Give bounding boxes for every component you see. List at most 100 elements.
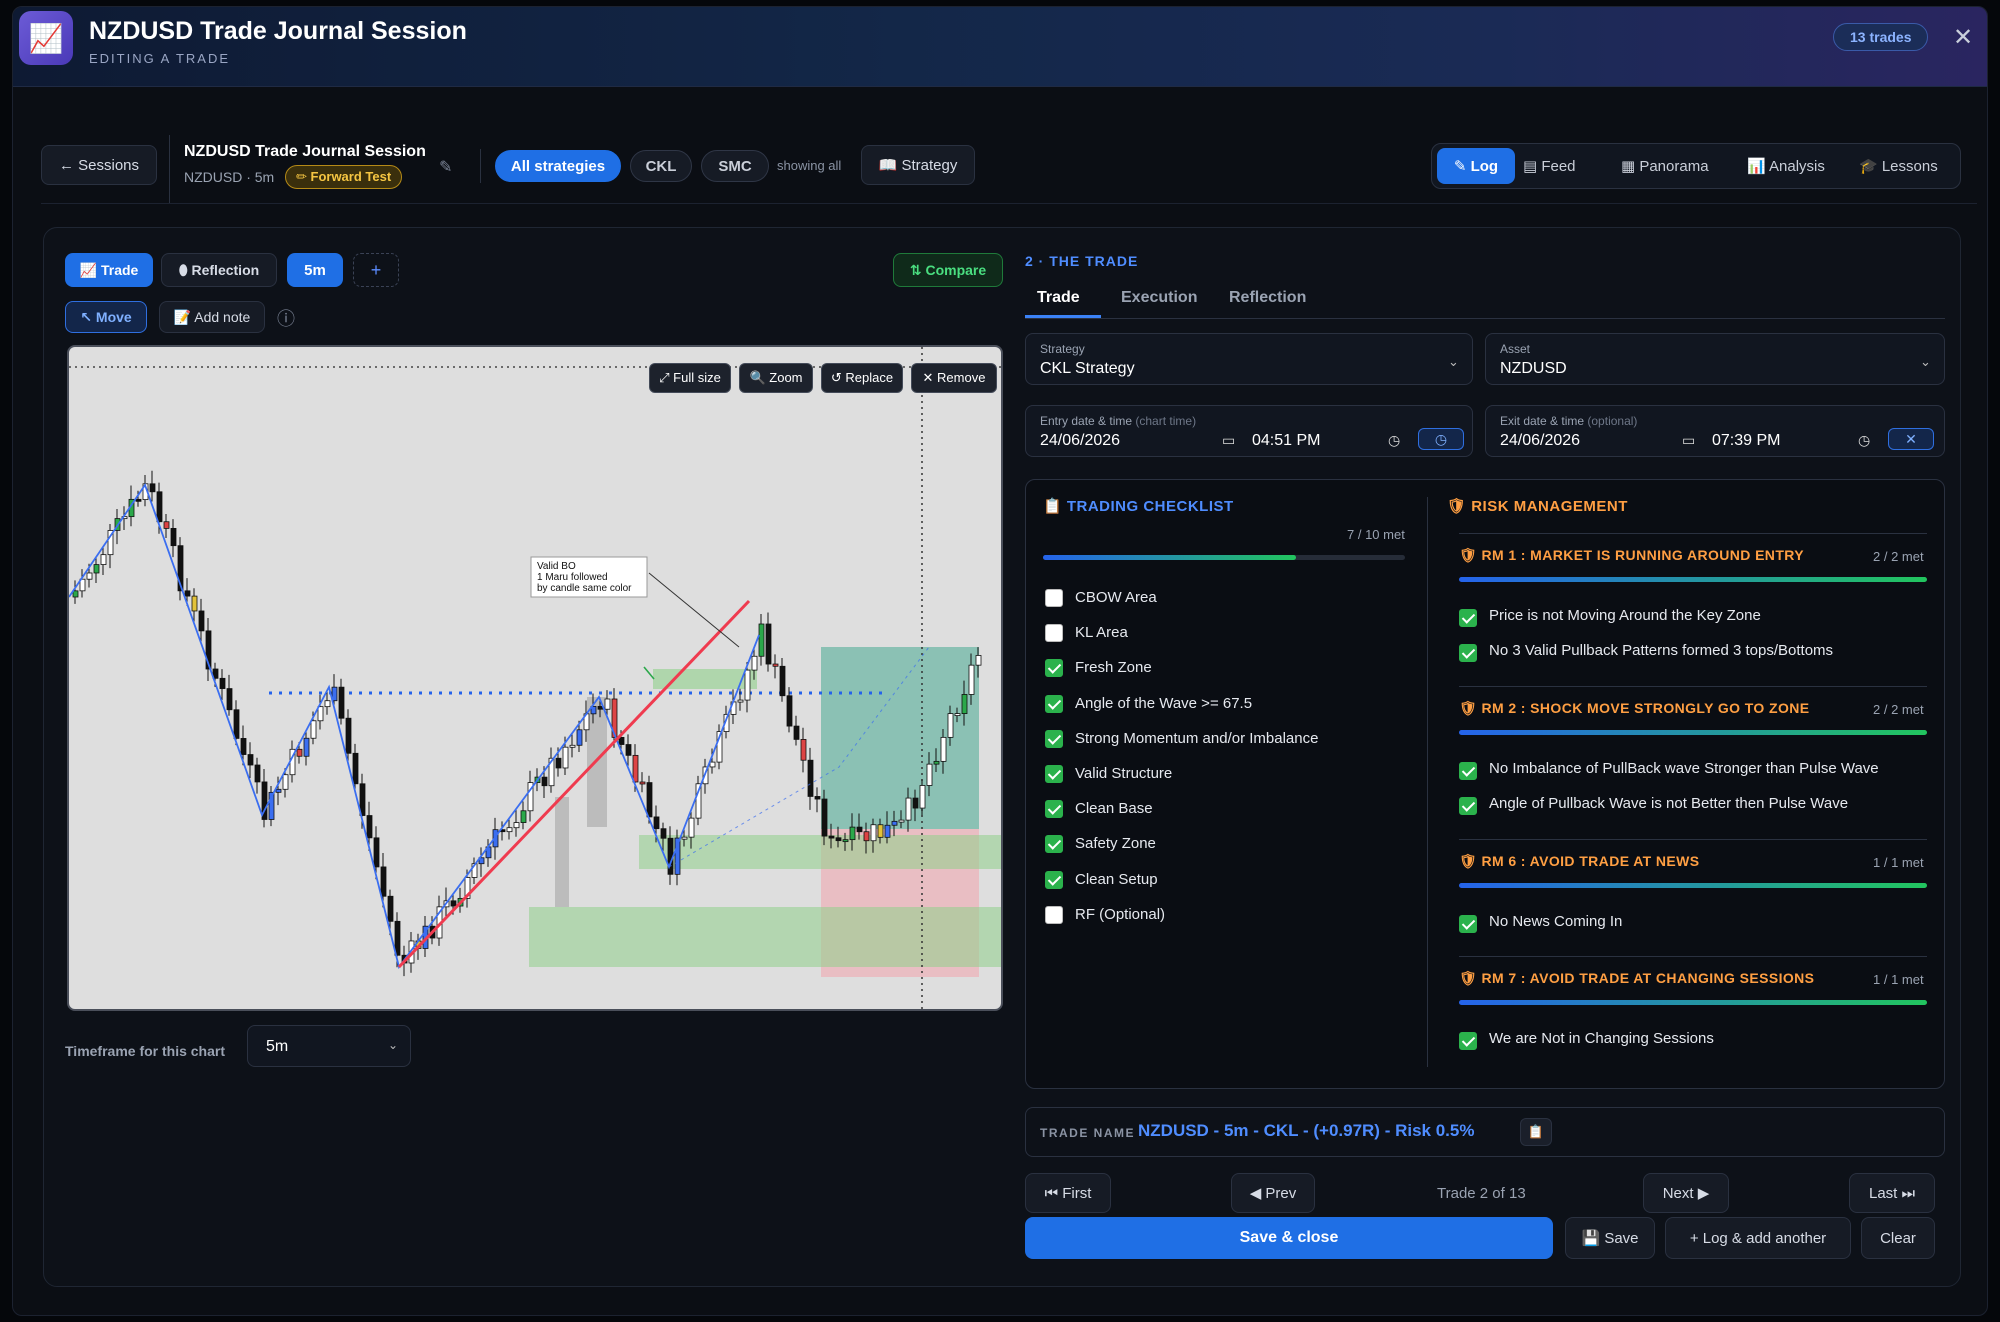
chart-screenshot[interactable]: Valid BO 1 Maru followed by candle same …: [67, 345, 1003, 1011]
checklist-checkbox[interactable]: [1045, 905, 1063, 924]
risk-checkbox[interactable]: [1459, 1032, 1477, 1050]
log-and-add-another-button[interactable]: + Log & add another: [1665, 1217, 1851, 1259]
risk-divider: [1459, 533, 1927, 534]
full-size-button[interactable]: ⤢ Full size: [649, 363, 731, 393]
view-tab-log[interactable]: ✎ Log: [1437, 148, 1515, 184]
wave-lines: [69, 483, 760, 970]
candle-body: [191, 595, 198, 612]
candle-body: [569, 744, 576, 748]
candle-body: [240, 738, 247, 755]
timeframe-select[interactable]: 5m ⌄: [247, 1025, 411, 1067]
checklist-checkbox[interactable]: [1045, 659, 1063, 678]
first-trade-button[interactable]: ⏮ First: [1025, 1173, 1111, 1213]
replace-button[interactable]: ↺ Replace: [821, 363, 903, 393]
checklist-met: 7 / 10 met: [1347, 527, 1405, 542]
candle-body: [772, 663, 779, 667]
checklist-checkbox[interactable]: [1045, 800, 1063, 819]
risk-group-progress: [1459, 577, 1927, 582]
view-tab-lessons[interactable]: 🎓 Lessons: [1859, 157, 1938, 175]
checklist-checkbox[interactable]: [1045, 729, 1063, 748]
strategy-filter-all[interactable]: All strategies: [495, 150, 621, 182]
candle-body: [814, 796, 821, 800]
checklist-checkbox[interactable]: [1045, 694, 1063, 713]
candle-body: [779, 665, 786, 697]
risk-checkbox[interactable]: [1459, 762, 1477, 780]
candle-body: [226, 688, 233, 711]
prev-trade-button[interactable]: ◀ Prev: [1231, 1173, 1315, 1213]
checklist-checkbox[interactable]: [1045, 765, 1063, 783]
last-trade-button[interactable]: Last ⏭: [1849, 1173, 1935, 1213]
compare-button[interactable]: ⇅ Compare: [893, 253, 1003, 287]
zoom-button[interactable]: 🔍 Zoom: [739, 363, 813, 393]
clear-button[interactable]: Clear: [1861, 1217, 1935, 1259]
modal-title: NZDUSD Trade Journal Session: [89, 17, 467, 45]
calendar-icon[interactable]: ▭: [1682, 432, 1695, 449]
timeframe-label: Timeframe for this chart: [65, 1043, 226, 1059]
risk-item-label: No News Coming In: [1489, 913, 1623, 930]
entry-date: 24/06/2026: [1040, 432, 1121, 449]
connector: [643, 666, 655, 680]
strategy-select[interactable]: Strategy CKL Strategy ⌄: [1025, 333, 1473, 385]
strategy-filter-ckl[interactable]: CKL: [630, 150, 692, 182]
risk-group-met: 2 / 2 met: [1873, 702, 1924, 717]
back-to-sessions-button[interactable]: ← Sessions: [41, 145, 157, 185]
strategy-book-button[interactable]: 📖 Strategy: [861, 145, 975, 185]
risk-checkbox[interactable]: [1459, 644, 1477, 663]
modal-subtitle: EDITING A TRADE: [89, 51, 231, 66]
checklist-item-label: Angle of the Wave >= 67.5: [1075, 694, 1253, 712]
entry-datetime-field[interactable]: Entry date & time (chart time) 24/06/202…: [1025, 405, 1473, 457]
checklist-checkbox[interactable]: [1045, 835, 1063, 854]
trade-count-badge[interactable]: 13 trades: [1833, 23, 1929, 51]
clock-icon[interactable]: ◷: [1388, 432, 1400, 449]
candle-body: [625, 744, 632, 756]
strategy-value: CKL Strategy: [1040, 360, 1135, 377]
candle-body: [373, 837, 380, 868]
candle-body: [86, 572, 93, 580]
add-chart-tab-button[interactable]: +: [353, 253, 399, 287]
add-note-button[interactable]: 📝 Add note: [159, 301, 265, 333]
checklist-checkbox[interactable]: [1045, 624, 1063, 643]
candle-body: [961, 694, 968, 714]
calendar-icon[interactable]: ▭: [1222, 432, 1235, 449]
form-tab-execution[interactable]: Execution: [1121, 289, 1197, 307]
chart-tab-reflection[interactable]: ⬮ Reflection: [161, 253, 277, 287]
clock-now-button[interactable]: ◷: [1418, 428, 1464, 450]
take-profit-zone: [821, 647, 979, 829]
edit-pencil-icon[interactable]: ✎: [439, 157, 452, 177]
clear-exit-icon[interactable]: ✕: [1888, 428, 1934, 450]
trade-journal-modal: 📈 NZDUSD Trade Journal Session EDITING A…: [12, 6, 1988, 1316]
save-button[interactable]: 💾 Save: [1565, 1217, 1655, 1259]
checklist-checkbox[interactable]: [1045, 870, 1063, 889]
candle-body: [352, 752, 359, 785]
remove-button[interactable]: ✕ Remove: [911, 363, 997, 393]
candle-body: [954, 713, 961, 716]
view-tab-panorama[interactable]: ▦ Panorama: [1621, 157, 1709, 175]
risk-checkbox[interactable]: [1459, 915, 1477, 933]
clock-icon[interactable]: ◷: [1858, 432, 1870, 449]
risk-checkbox[interactable]: [1459, 609, 1477, 627]
candle-body: [632, 754, 639, 783]
asset-value: NZDUSD: [1500, 360, 1567, 377]
asset-select[interactable]: Asset NZDUSD ⌄: [1485, 333, 1945, 385]
save-and-close-button[interactable]: Save & close: [1025, 1217, 1553, 1259]
risk-checkbox[interactable]: [1459, 797, 1477, 816]
candle-body: [156, 491, 163, 523]
move-tool-button[interactable]: ↖ Move: [65, 301, 147, 333]
close-icon[interactable]: ✕: [1953, 23, 1973, 52]
chart-tab-5m[interactable]: 5m: [287, 253, 343, 287]
candle-body: [282, 774, 289, 790]
info-icon[interactable]: ⓘ: [277, 305, 295, 331]
next-trade-button[interactable]: Next ▶: [1643, 1173, 1729, 1213]
exit-datetime-field[interactable]: Exit date & time (optional) 24/06/2026 ▭…: [1485, 405, 1945, 457]
checklist-checkbox[interactable]: [1045, 589, 1063, 607]
copy-icon[interactable]: 📋: [1520, 1118, 1552, 1146]
chart-tab-trade[interactable]: 📈 Trade: [65, 253, 153, 287]
view-tab-analysis[interactable]: 📊 Analysis: [1747, 157, 1825, 175]
form-tab-trade[interactable]: Trade: [1037, 289, 1080, 307]
risk-group-title: 🛡 RM 7 : AVOID TRADE AT CHANGING SESSION…: [1459, 970, 1815, 986]
risk-item-label: Angle of Pullback Wave is not Better the…: [1489, 795, 1849, 813]
strategy-filter-smc[interactable]: SMC: [701, 150, 769, 182]
entry-label: Entry date & time (chart time): [1040, 414, 1197, 428]
view-tab-feed[interactable]: ▤ Feed: [1523, 157, 1576, 175]
form-tab-reflection[interactable]: Reflection: [1229, 289, 1306, 307]
